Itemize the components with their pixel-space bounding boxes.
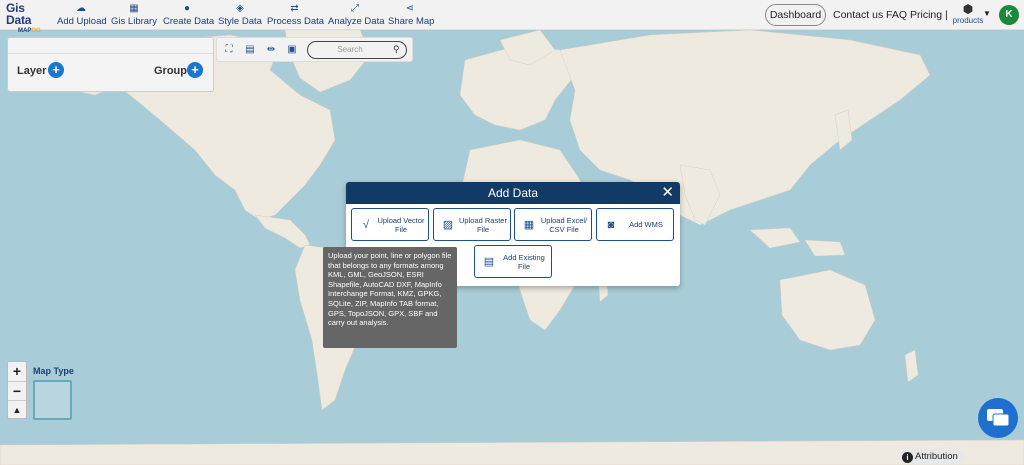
layer-label: Layer [17,65,47,77]
compass-icon[interactable]: ▲ [8,400,26,419]
top-navbar: Gis Data MAPOG ☁ Add Upload ▦ Gis Librar… [0,0,1024,34]
share-icon: ⋖ [405,3,415,14]
chat-icon [987,409,1010,427]
nav-style-data-label: Style Data [218,16,262,27]
excel-icon: ▦ [523,219,535,231]
zoom-out-button[interactable]: − [8,381,26,400]
zoom-in-button[interactable]: + [8,362,26,381]
nav-create-data[interactable]: ● Create Data [163,3,215,29]
add-existing-file-button[interactable]: ▤ Add Existing File [474,245,552,278]
nav-add-upload-label: Add Upload [57,16,107,27]
chevron-down-icon[interactable]: ▼ [983,9,991,18]
map-pin-icon: ● [183,3,191,14]
nav-add-upload[interactable]: ☁ Add Upload [57,3,107,29]
panel-header-strip [8,38,213,54]
upload-excel-button[interactable]: ▦ Upload Excel/ CSV File [514,208,592,241]
zoom-control: + − ▲ [7,361,27,419]
info-icon: i [902,452,913,463]
app-logo[interactable]: Gis Data MAPOG [6,1,52,34]
map-type-thumbnail[interactable] [33,380,72,420]
user-avatar[interactable]: K [999,5,1019,25]
nav-gis-library[interactable]: ▦ Gis Library [111,3,157,29]
map-toolbar: ⛶ ▤ ⇹ ▣ Search ⚲ [216,37,413,62]
pricing-link[interactable]: Pricing | [910,9,948,21]
cloud-upload-icon: ☁ [76,3,86,14]
faq-link[interactable]: FAQ [886,9,907,21]
add-group-button[interactable]: + [187,62,203,78]
search-input[interactable]: Search [307,41,407,59]
modal-title: Add Data [487,186,539,200]
products-cube-icon: ⬢ [962,2,974,16]
logo-map-text: MAP [18,28,32,34]
print-icon[interactable]: ▤ [243,43,257,57]
raster-icon: ▨ [442,219,454,231]
upload-vector-label: Upload Vector File [377,215,425,234]
vector-upload-tooltip: Upload your point, line or polygon file … [323,247,457,348]
attribution-button[interactable]: i Attribution [899,449,964,464]
attribution-label: Attribution [915,451,958,462]
group-label: Group [154,65,187,77]
measure-icon[interactable]: ⇹ [264,43,278,57]
existing-file-icon: ▤ [483,256,495,268]
nav-share-map-label: Share Map [388,16,435,27]
add-wms-label: Add WMS [629,220,663,229]
logo-subtitle: MAPOG [18,28,52,34]
chat-button[interactable] [978,398,1018,438]
logo-og-text: OG [31,28,41,34]
logo-title: Gis Data [6,1,32,27]
products-menu[interactable]: ⬢ products [950,2,986,26]
dashboard-button[interactable]: Dashboard [765,4,826,26]
upload-excel-label: Upload Excel/ CSV File [540,215,588,234]
modal-header: Add Data ✕ [346,182,680,204]
nav-share-map[interactable]: ⋖ Share Map [388,3,435,29]
nav-gis-library-label: Gis Library [111,16,157,27]
upload-raster-label: Upload Raster File [459,215,507,234]
products-label: products [952,16,984,25]
vector-icon: √ [362,219,370,231]
search-icon[interactable]: ⚲ [393,44,400,55]
add-layer-button[interactable]: + [48,62,64,78]
nav-process-data[interactable]: ⇄ Process Data [267,3,325,29]
contact-link[interactable]: Contact us [833,9,883,21]
map-type-label: Map Type [33,366,74,376]
legend-icon[interactable]: ▣ [285,43,299,57]
nav-create-data-label: Create Data [163,16,215,27]
add-wms-button[interactable]: ◙ Add WMS [596,208,674,241]
fullscreen-icon[interactable]: ⛶ [222,43,236,57]
layer-group-panel: Layer + Group + [7,37,214,92]
nav-analyze-data-label: Analyze Data [328,16,385,27]
wms-icon: ◙ [607,219,615,231]
add-existing-file-label: Add Existing File [503,252,545,271]
upload-vector-button[interactable]: √ Upload Vector File [351,208,429,241]
nav-process-data-label: Process Data [267,16,325,27]
library-icon: ▦ [129,3,139,14]
close-icon[interactable]: ✕ [661,182,674,204]
analyze-icon: ⤢ [351,3,359,14]
process-icon: ⇄ [290,3,299,14]
upload-raster-button[interactable]: ▨ Upload Raster File [433,208,511,241]
paint-icon: ◈ [236,3,244,14]
nav-style-data[interactable]: ◈ Style Data [218,3,262,29]
nav-analyze-data[interactable]: ⤢ Analyze Data [328,3,385,29]
